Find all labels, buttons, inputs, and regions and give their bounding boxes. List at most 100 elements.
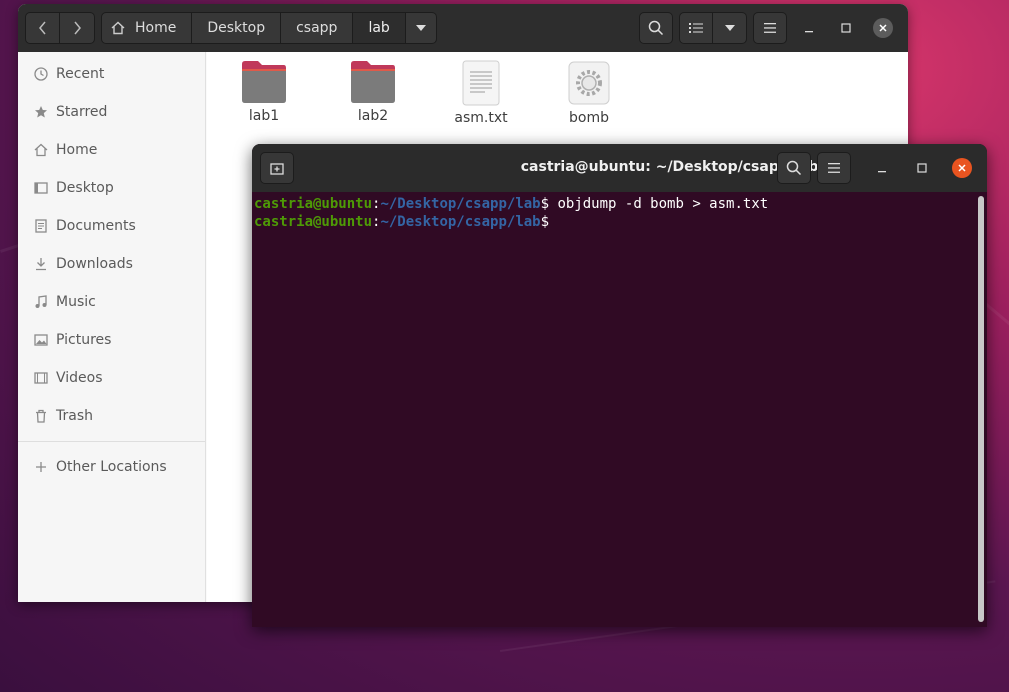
sidebar-item-home[interactable]: Home: [18, 131, 205, 169]
maximize-button[interactable]: [831, 13, 861, 43]
plus-icon: [32, 458, 50, 476]
terminal-close-button[interactable]: [947, 153, 977, 183]
terminal-line: castria@ubuntu:~/Desktop/csapp/lab$ objd…: [254, 195, 985, 213]
sidebar-item-label: Starred: [56, 104, 108, 120]
hamburger-icon: [764, 23, 776, 33]
breadcrumb-home[interactable]: Home: [101, 12, 193, 44]
breadcrumb-dropdown[interactable]: [405, 12, 437, 44]
minimize-icon: [805, 31, 813, 33]
terminal-output[interactable]: castria@ubuntu:~/Desktop/csapp/lab$ objd…: [252, 192, 987, 627]
sidebar-item-recent[interactable]: Recent: [18, 55, 205, 93]
prompt-path: ~/Desktop/csapp/lab: [380, 196, 541, 212]
terminal-line: castria@ubuntu:~/Desktop/csapp/lab$: [254, 213, 985, 231]
terminal-scrollbar[interactable]: [978, 196, 984, 622]
sidebar-item-downloads[interactable]: Downloads: [18, 245, 205, 283]
clock-icon: [32, 65, 50, 83]
breadcrumb-desktop[interactable]: Desktop: [192, 12, 282, 44]
search-button[interactable]: [639, 12, 673, 44]
breadcrumb-label: lab: [368, 20, 390, 36]
file-name: lab2: [357, 108, 389, 124]
close-icon: [958, 164, 966, 172]
close-circle: [873, 18, 893, 38]
terminal-maximize-button[interactable]: [907, 153, 937, 183]
home-icon: [111, 21, 125, 35]
music-icon: [32, 293, 50, 311]
prompt-user: castria@ubuntu: [254, 196, 373, 212]
picture-icon: [32, 331, 50, 349]
terminal-headerbar: castria@ubuntu: ~/Desktop/csapp/lab: [252, 144, 987, 192]
terminal-minimize-button[interactable]: [867, 153, 897, 183]
terminal-menu-button[interactable]: [817, 152, 851, 184]
prompt-symbol: $: [540, 214, 550, 230]
desktop-icon: [32, 179, 50, 197]
sidebar-item-music[interactable]: Music: [18, 283, 205, 321]
sidebar-item-label: Other Locations: [56, 459, 167, 475]
files-sidebar: Recent Starred Home Desktop Documents Do…: [18, 52, 206, 602]
maximize-icon: [917, 163, 927, 173]
video-icon: [32, 369, 50, 387]
search-icon: [648, 20, 664, 36]
sidebar-item-pictures[interactable]: Pictures: [18, 321, 205, 359]
sidebar-item-label: Home: [56, 142, 98, 158]
sidebar-item-other-locations[interactable]: Other Locations: [18, 448, 205, 486]
search-icon: [786, 160, 802, 176]
close-button[interactable]: [868, 13, 898, 43]
chevron-left-icon: [38, 21, 46, 35]
sidebar-item-label: Downloads: [56, 256, 133, 272]
sidebar-item-label: Documents: [56, 218, 136, 234]
file-item-asm-txt[interactable]: asm.txt: [436, 60, 526, 126]
list-view-icon: [689, 23, 703, 33]
list-view-button[interactable]: [679, 12, 713, 44]
breadcrumb: Home Desktop csapp lab: [101, 12, 437, 44]
menu-button[interactable]: [753, 12, 787, 44]
prompt-symbol: $: [540, 196, 558, 212]
document-icon: [32, 217, 50, 235]
folder-icon: [351, 61, 395, 103]
hamburger-icon: [828, 163, 840, 173]
files-header-controls: [633, 12, 898, 44]
sidebar-item-label: Pictures: [56, 332, 112, 348]
terminal-window[interactable]: castria@ubuntu: ~/Desktop/csapp/lab cast…: [252, 144, 987, 627]
sidebar-item-label: Videos: [56, 370, 103, 386]
close-circle: [952, 158, 972, 178]
command-text: objdump -d bomb > asm.txt: [557, 196, 769, 212]
file-item-bomb[interactable]: bomb: [544, 60, 634, 126]
prompt-user: castria@ubuntu: [254, 214, 373, 230]
chevron-right-icon: [74, 21, 81, 35]
prompt-path: ~/Desktop/csapp/lab: [380, 214, 541, 230]
sidebar-item-label: Music: [56, 294, 96, 310]
text-file-icon: [462, 60, 500, 106]
folder-icon: [242, 61, 286, 103]
breadcrumb-lab[interactable]: lab: [353, 12, 406, 44]
file-item-lab2[interactable]: lab2: [328, 60, 418, 124]
file-name: bomb: [569, 110, 609, 126]
star-icon: [32, 103, 50, 121]
sidebar-item-starred[interactable]: Starred: [18, 93, 205, 131]
breadcrumb-label: Home: [135, 20, 177, 36]
back-button[interactable]: [25, 12, 60, 44]
close-icon: [879, 24, 887, 32]
sidebar-item-documents[interactable]: Documents: [18, 207, 205, 245]
breadcrumb-label: Desktop: [207, 20, 266, 36]
sidebar-item-label: Recent: [56, 66, 105, 82]
home-icon: [32, 141, 50, 159]
view-toggle-group: [679, 12, 747, 44]
file-item-lab1[interactable]: lab1: [219, 60, 309, 124]
sidebar-divider: [18, 441, 205, 442]
terminal-search-button[interactable]: [777, 152, 811, 184]
forward-button[interactable]: [60, 12, 95, 44]
view-options-button[interactable]: [713, 12, 747, 44]
sidebar-item-label: Trash: [56, 408, 93, 424]
caret-down-icon: [724, 25, 735, 31]
sidebar-item-trash[interactable]: Trash: [18, 397, 205, 435]
sidebar-item-videos[interactable]: Videos: [18, 359, 205, 397]
minimize-button[interactable]: [794, 13, 824, 43]
files-headerbar: Home Desktop csapp lab: [18, 4, 908, 52]
breadcrumb-csapp[interactable]: csapp: [281, 12, 354, 44]
download-icon: [32, 255, 50, 273]
sidebar-item-desktop[interactable]: Desktop: [18, 169, 205, 207]
maximize-icon: [841, 23, 851, 33]
file-name: lab1: [248, 108, 280, 124]
trash-icon: [32, 407, 50, 425]
terminal-header-controls: [771, 152, 977, 184]
